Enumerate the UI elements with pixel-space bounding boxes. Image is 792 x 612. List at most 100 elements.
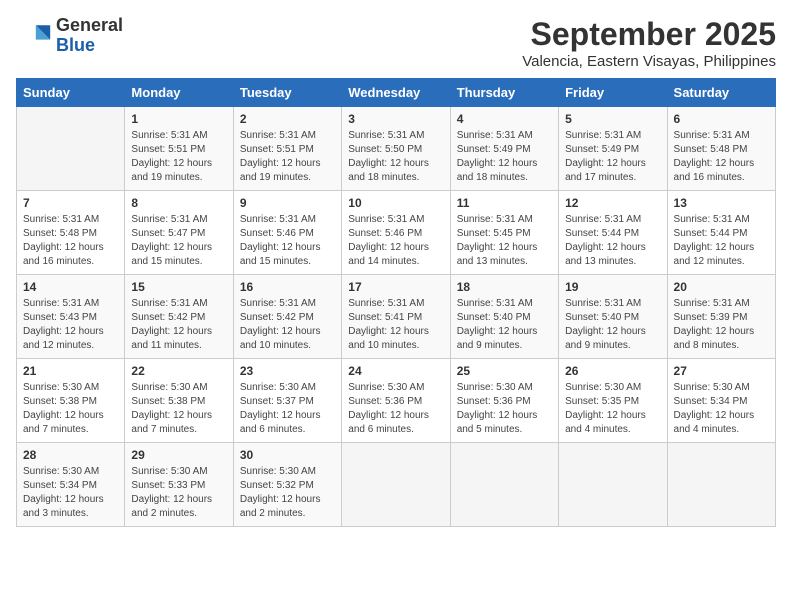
calendar-cell: 7 Sunrise: 5:31 AM Sunset: 5:48 PM Daylig… — [17, 191, 125, 275]
week-row-5: 28Sunrise: 5:30 AM Sunset: 5:34 PM Dayli… — [17, 443, 776, 527]
day-info: Sunrise: 5:31 AM Sunset: 5:42 PM Dayligh… — [240, 297, 335, 353]
day-header-thursday: Thursday — [450, 79, 558, 107]
calendar-header: SundayMondayTuesdayWednesdayThursdayFrid… — [17, 79, 776, 107]
day-header-monday: Monday — [125, 79, 233, 107]
calendar-cell: 24 Sunrise: 5:30 AM Sunset: 5:36 PM Dayli… — [342, 359, 450, 443]
calendar-cell: 10Sunrise: 5:31 AM Sunset: 5:46 PM Dayli… — [342, 191, 450, 275]
day-info: Sunrise: 5:30 AM Sunset: 5:38 PM Dayligh… — [23, 381, 118, 437]
calendar-cell: 23 Sunrise: 5:30 AM Sunset: 5:37 PM Dayli… — [233, 359, 341, 443]
day-info: Sunrise: 5:31 AM Sunset: 5:44 PM Dayligh… — [674, 213, 769, 269]
day-number: 29 — [131, 448, 226, 462]
calendar-cell: 30 Sunrise: 5:30 AM Sunset: 5:32 PM Dayli… — [233, 443, 341, 527]
day-number: 27 — [674, 364, 769, 378]
day-number: 16 — [240, 280, 335, 294]
calendar-cell: 29 Sunrise: 5:30 AM Sunset: 5:33 PM Dayli… — [125, 443, 233, 527]
calendar-cell: 4Sunrise: 5:31 AM Sunset: 5:49 PM Daylig… — [450, 107, 558, 191]
day-number: 14 — [23, 280, 118, 294]
calendar-cell — [667, 443, 775, 527]
calendar-cell: 8Sunrise: 5:31 AM Sunset: 5:47 PM Daylig… — [125, 191, 233, 275]
day-info: Sunrise: 5:30 AM Sunset: 5:36 PM Dayligh… — [457, 381, 552, 437]
day-info: Sunrise: 5:30 AM Sunset: 5:33 PM Dayligh… — [131, 465, 226, 521]
day-info: Sunrise: 5:31 AM Sunset: 5:42 PM Dayligh… — [131, 297, 226, 353]
calendar-body: 1 Sunrise: 5:31 AM Sunset: 5:51 PM Daylig… — [17, 107, 776, 527]
calendar-table: SundayMondayTuesdayWednesdayThursdayFrid… — [16, 78, 776, 527]
page-header: General Blue September 2025 Valencia, Ea… — [16, 16, 776, 70]
week-row-1: 1 Sunrise: 5:31 AM Sunset: 5:51 PM Daylig… — [17, 107, 776, 191]
calendar-cell: 11Sunrise: 5:31 AM Sunset: 5:45 PM Dayli… — [450, 191, 558, 275]
day-info: Sunrise: 5:31 AM Sunset: 5:49 PM Dayligh… — [457, 129, 552, 185]
day-number: 2 — [240, 112, 335, 126]
day-number: 22 — [131, 364, 226, 378]
logo-icon — [16, 18, 52, 54]
day-info: Sunrise: 5:30 AM Sunset: 5:37 PM Dayligh… — [240, 381, 335, 437]
week-row-2: 7 Sunrise: 5:31 AM Sunset: 5:48 PM Daylig… — [17, 191, 776, 275]
calendar-cell — [342, 443, 450, 527]
day-number: 3 — [348, 112, 443, 126]
calendar-title: September 2025 — [522, 16, 776, 53]
day-info: Sunrise: 5:31 AM Sunset: 5:40 PM Dayligh… — [457, 297, 552, 353]
day-info: Sunrise: 5:31 AM Sunset: 5:51 PM Dayligh… — [131, 129, 226, 185]
day-info: Sunrise: 5:31 AM Sunset: 5:51 PM Dayligh… — [240, 129, 335, 185]
day-number: 25 — [457, 364, 552, 378]
day-info: Sunrise: 5:31 AM Sunset: 5:50 PM Dayligh… — [348, 129, 443, 185]
calendar-cell: 16 Sunrise: 5:31 AM Sunset: 5:42 PM Dayli… — [233, 275, 341, 359]
day-header-tuesday: Tuesday — [233, 79, 341, 107]
day-number: 9 — [240, 196, 335, 210]
day-header-saturday: Saturday — [667, 79, 775, 107]
day-number: 28 — [23, 448, 118, 462]
calendar-cell: 3 Sunrise: 5:31 AM Sunset: 5:50 PM Daylig… — [342, 107, 450, 191]
calendar-cell: 28Sunrise: 5:30 AM Sunset: 5:34 PM Dayli… — [17, 443, 125, 527]
calendar-cell: 25 Sunrise: 5:30 AM Sunset: 5:36 PM Dayli… — [450, 359, 558, 443]
day-info: Sunrise: 5:31 AM Sunset: 5:43 PM Dayligh… — [23, 297, 118, 353]
day-number: 17 — [348, 280, 443, 294]
calendar-cell: 18Sunrise: 5:31 AM Sunset: 5:40 PM Dayli… — [450, 275, 558, 359]
title-block: September 2025 Valencia, Eastern Visayas… — [522, 16, 776, 70]
calendar-cell: 14 Sunrise: 5:31 AM Sunset: 5:43 PM Dayli… — [17, 275, 125, 359]
day-info: Sunrise: 5:31 AM Sunset: 5:48 PM Dayligh… — [674, 129, 769, 185]
day-info: Sunrise: 5:31 AM Sunset: 5:48 PM Dayligh… — [23, 213, 118, 269]
day-info: Sunrise: 5:31 AM Sunset: 5:40 PM Dayligh… — [565, 297, 660, 353]
day-number: 24 — [348, 364, 443, 378]
day-number: 23 — [240, 364, 335, 378]
calendar-cell: 19Sunrise: 5:31 AM Sunset: 5:40 PM Dayli… — [559, 275, 667, 359]
day-header-sunday: Sunday — [17, 79, 125, 107]
day-number: 13 — [674, 196, 769, 210]
calendar-cell: 1 Sunrise: 5:31 AM Sunset: 5:51 PM Daylig… — [125, 107, 233, 191]
calendar-cell: 22 Sunrise: 5:30 AM Sunset: 5:38 PM Dayli… — [125, 359, 233, 443]
day-header-wednesday: Wednesday — [342, 79, 450, 107]
day-info: Sunrise: 5:31 AM Sunset: 5:49 PM Dayligh… — [565, 129, 660, 185]
day-number: 30 — [240, 448, 335, 462]
day-info: Sunrise: 5:31 AM Sunset: 5:44 PM Dayligh… — [565, 213, 660, 269]
day-number: 7 — [23, 196, 118, 210]
day-number: 10 — [348, 196, 443, 210]
day-number: 6 — [674, 112, 769, 126]
day-info: Sunrise: 5:30 AM Sunset: 5:36 PM Dayligh… — [348, 381, 443, 437]
day-number: 12 — [565, 196, 660, 210]
calendar-cell: 20Sunrise: 5:31 AM Sunset: 5:39 PM Dayli… — [667, 275, 775, 359]
day-number: 26 — [565, 364, 660, 378]
calendar-cell: 13 Sunrise: 5:31 AM Sunset: 5:44 PM Dayli… — [667, 191, 775, 275]
calendar-cell: 12 Sunrise: 5:31 AM Sunset: 5:44 PM Dayli… — [559, 191, 667, 275]
day-number: 5 — [565, 112, 660, 126]
calendar-cell: 2 Sunrise: 5:31 AM Sunset: 5:51 PM Daylig… — [233, 107, 341, 191]
day-info: Sunrise: 5:30 AM Sunset: 5:32 PM Dayligh… — [240, 465, 335, 521]
day-info: Sunrise: 5:31 AM Sunset: 5:41 PM Dayligh… — [348, 297, 443, 353]
logo-text: General Blue — [56, 16, 123, 56]
calendar-cell: 9 Sunrise: 5:31 AM Sunset: 5:46 PM Daylig… — [233, 191, 341, 275]
day-info: Sunrise: 5:31 AM Sunset: 5:46 PM Dayligh… — [240, 213, 335, 269]
logo-general: General — [56, 16, 123, 36]
calendar-cell: 15 Sunrise: 5:31 AM Sunset: 5:42 PM Dayli… — [125, 275, 233, 359]
calendar-subtitle: Valencia, Eastern Visayas, Philippines — [522, 53, 776, 70]
days-header-row: SundayMondayTuesdayWednesdayThursdayFrid… — [17, 79, 776, 107]
logo-blue: Blue — [56, 36, 123, 56]
day-info: Sunrise: 5:30 AM Sunset: 5:34 PM Dayligh… — [674, 381, 769, 437]
day-info: Sunrise: 5:30 AM Sunset: 5:38 PM Dayligh… — [131, 381, 226, 437]
day-number: 1 — [131, 112, 226, 126]
day-number: 15 — [131, 280, 226, 294]
calendar-cell: 5 Sunrise: 5:31 AM Sunset: 5:49 PM Daylig… — [559, 107, 667, 191]
day-header-friday: Friday — [559, 79, 667, 107]
calendar-cell: 17 Sunrise: 5:31 AM Sunset: 5:41 PM Dayli… — [342, 275, 450, 359]
day-number: 20 — [674, 280, 769, 294]
calendar-cell: 27 Sunrise: 5:30 AM Sunset: 5:34 PM Dayli… — [667, 359, 775, 443]
day-number: 8 — [131, 196, 226, 210]
